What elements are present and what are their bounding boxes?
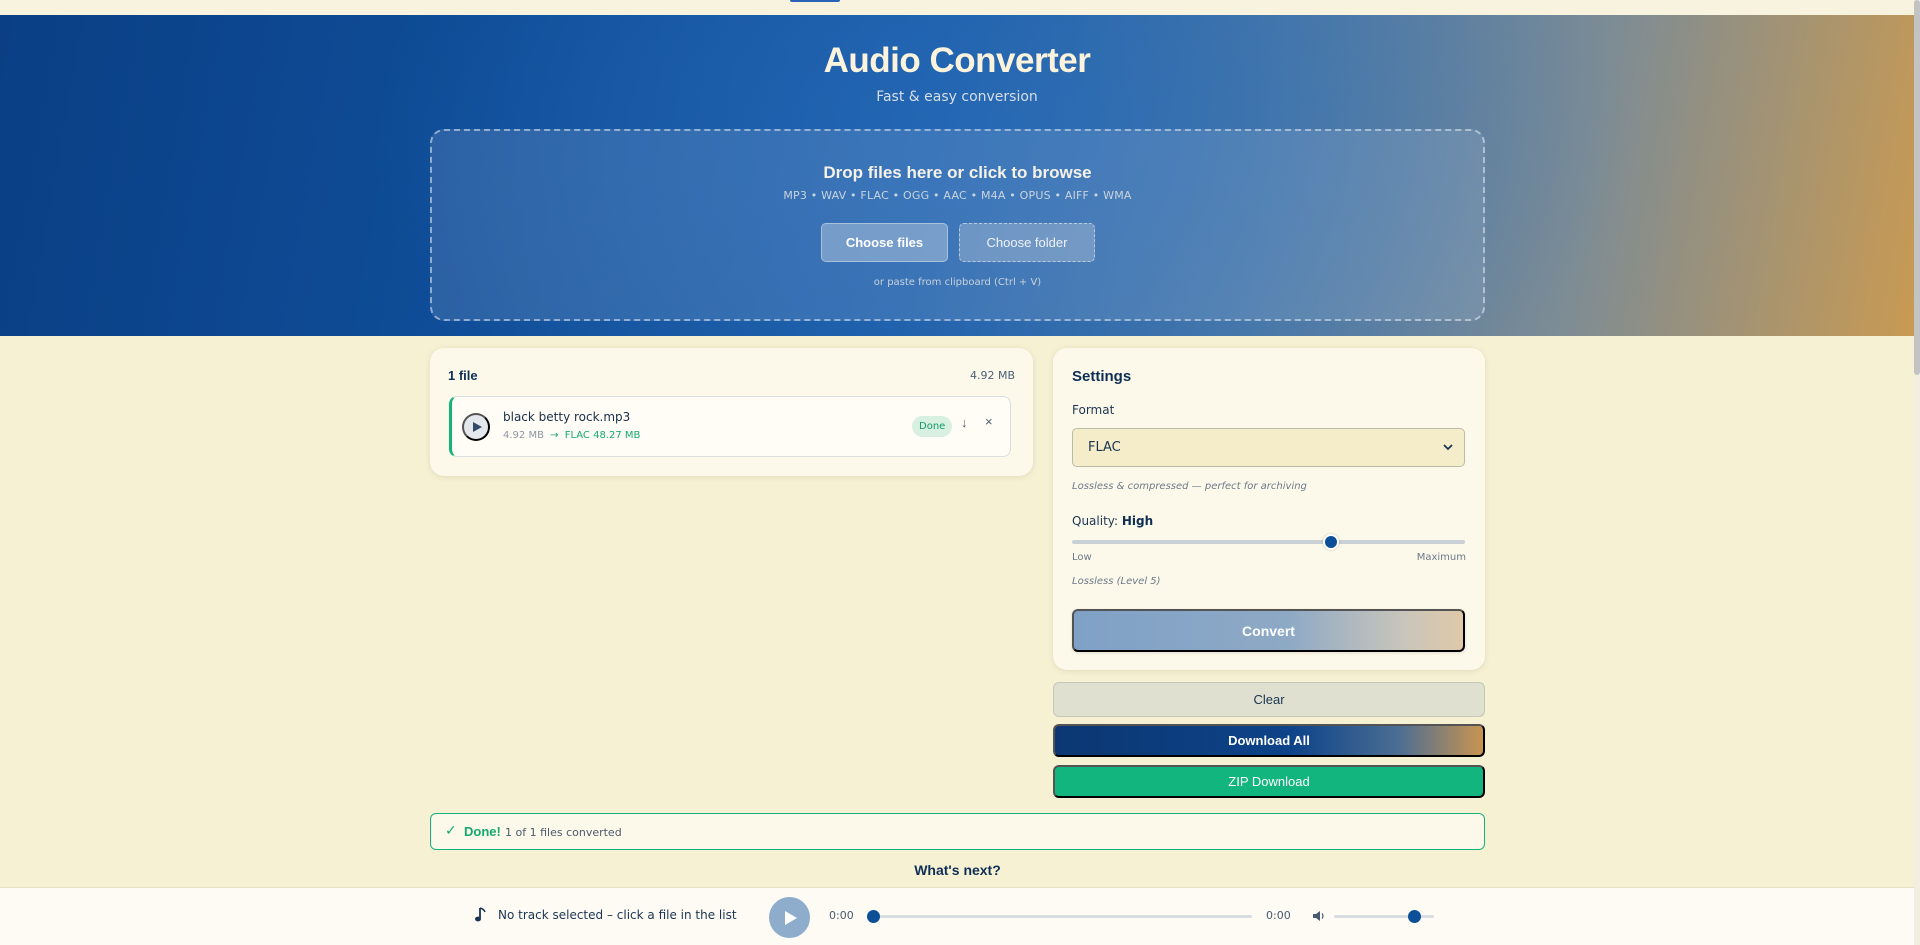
slider-low-label: Low bbox=[1072, 552, 1092, 563]
remove-icon[interactable]: × bbox=[985, 414, 993, 429]
quality-value: High bbox=[1121, 514, 1154, 528]
check-icon: ✓ bbox=[445, 823, 457, 839]
choose-files-button[interactable]: Choose files bbox=[821, 223, 948, 262]
scrollbar-thumb[interactable] bbox=[1914, 0, 1920, 375]
file-list-panel: 1 file 4.92 MB black betty rock.mp3 4.92… bbox=[430, 348, 1033, 476]
music-note-icon bbox=[475, 907, 486, 922]
volume-thumb[interactable] bbox=[1408, 910, 1421, 923]
page-scrollbar[interactable] bbox=[1914, 0, 1920, 945]
output-size: FLAC 48.27 MB bbox=[564, 430, 641, 441]
chevron-down-icon bbox=[1443, 444, 1453, 451]
format-description: Lossless & compressed — perfect for arch… bbox=[1072, 481, 1307, 492]
current-time: 0:00 bbox=[829, 909, 854, 922]
arrow-icon: → bbox=[550, 430, 559, 441]
supported-formats: MP3 • WAV • FLAC • OGG • AAC • M4A • OPU… bbox=[783, 189, 1132, 202]
quality-slider-thumb[interactable] bbox=[1323, 534, 1340, 550]
page-title: Audio Converter bbox=[823, 41, 1091, 80]
settings-title: Settings bbox=[1072, 368, 1132, 385]
volume-slider[interactable] bbox=[1334, 910, 1434, 923]
audio-player: No track selected – click a file in the … bbox=[0, 887, 1914, 945]
conversion-status: ✓ Done! 1 of 1 files converted bbox=[430, 813, 1485, 850]
quality-level-note: Lossless (Level 5) bbox=[1072, 576, 1161, 587]
total-size: 4.92 MB bbox=[969, 369, 1015, 382]
quality-slider[interactable] bbox=[1072, 534, 1465, 550]
top-tab-indicator bbox=[790, 0, 840, 2]
file-row[interactable]: black betty rock.mp3 4.92 MB → FLAC 48.2… bbox=[449, 396, 1011, 457]
seek-thumb[interactable] bbox=[867, 910, 880, 923]
format-select[interactable]: FLAC bbox=[1072, 428, 1465, 467]
status-text: 1 of 1 files converted bbox=[505, 826, 622, 839]
dropzone-title: Drop files here or click to browse bbox=[823, 163, 1092, 182]
clear-button[interactable]: Clear bbox=[1053, 682, 1485, 717]
play-icon bbox=[472, 422, 482, 432]
status-word: Done! bbox=[464, 824, 501, 839]
paste-hint: or paste from clipboard (Ctrl + V) bbox=[873, 277, 1042, 288]
quality-label-text: Quality: bbox=[1072, 514, 1119, 528]
status-badge: Done bbox=[912, 416, 953, 437]
quality-label: Quality: High bbox=[1072, 514, 1153, 528]
hero-header: Audio Converter Fast & easy conversion D… bbox=[0, 15, 1914, 336]
convert-button[interactable]: Convert bbox=[1072, 609, 1465, 652]
download-icon[interactable]: ↓ bbox=[961, 415, 968, 430]
player-play-button[interactable] bbox=[769, 897, 810, 938]
seek-bar[interactable] bbox=[867, 910, 1252, 923]
format-label: Format bbox=[1072, 403, 1115, 417]
track-title: No track selected – click a file in the … bbox=[498, 908, 737, 922]
file-dropzone[interactable]: Drop files here or click to browse MP3 •… bbox=[430, 129, 1485, 321]
play-icon bbox=[785, 910, 797, 925]
top-bar bbox=[0, 0, 1914, 15]
file-count: 1 file bbox=[448, 368, 478, 383]
zip-download-button[interactable]: ZIP Download bbox=[1053, 765, 1485, 798]
settings-panel: Settings Format FLAC Lossless & compress… bbox=[1053, 348, 1485, 670]
duration: 0:00 bbox=[1266, 909, 1291, 922]
slider-high-label: Maximum bbox=[1416, 552, 1466, 563]
format-select-value: FLAC bbox=[1088, 440, 1121, 455]
volume-icon[interactable] bbox=[1312, 909, 1326, 923]
choose-folder-button[interactable]: Choose folder bbox=[959, 223, 1095, 262]
download-all-button[interactable]: Download All bbox=[1053, 724, 1485, 757]
original-size: 4.92 MB bbox=[503, 430, 544, 441]
file-name: black betty rock.mp3 bbox=[503, 410, 631, 424]
file-play-button[interactable] bbox=[462, 413, 490, 441]
whats-next-heading: What's next? bbox=[914, 862, 1001, 878]
file-meta: 4.92 MB → FLAC 48.27 MB bbox=[503, 430, 640, 441]
page-subtitle: Fast & easy conversion bbox=[876, 89, 1038, 105]
